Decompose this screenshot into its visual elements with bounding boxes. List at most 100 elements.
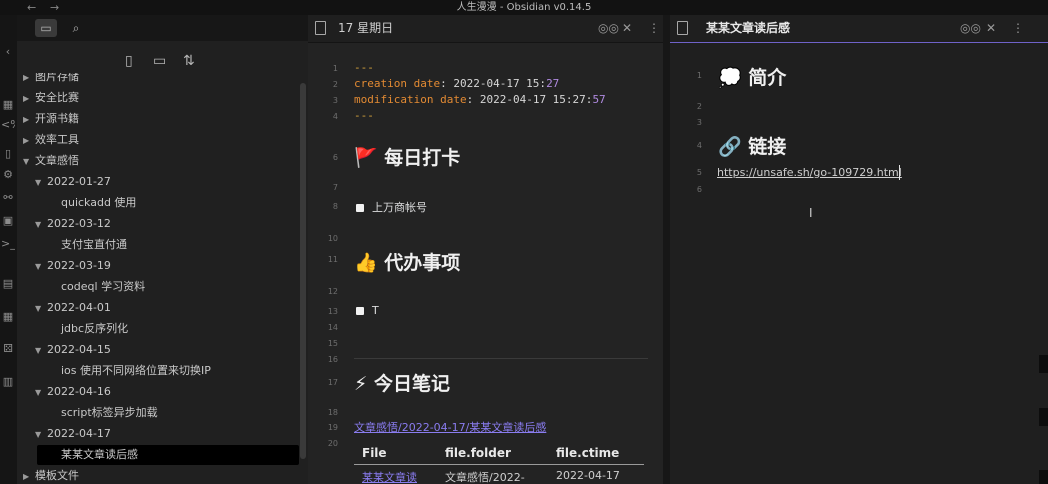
- frontmatter-creation-date: creation date: 2022-04-17 15:27: [354, 77, 560, 90]
- folder-item[interactable]: ▶ 模板文件: [17, 466, 299, 484]
- folder-item[interactable]: ▼ 2022-04-15: [17, 340, 299, 360]
- new-folder-icon[interactable]: ▭: [153, 51, 166, 71]
- document-icon: [315, 21, 326, 35]
- reading-view-icon[interactable]: ◎◎: [960, 15, 981, 42]
- template-icon[interactable]: ▥: [1, 375, 15, 389]
- code-icon[interactable]: <%: [1, 118, 15, 132]
- line-number: 16: [327, 355, 338, 364]
- title-bar: ← → 人生漫漫 - Obsidian v0.14.5: [0, 0, 1048, 15]
- thought-bubble-icon: 💭: [718, 67, 742, 89]
- table-header-rule: [354, 464, 644, 465]
- tree-item-label: 图片存储: [35, 73, 79, 83]
- table-header-ctime: file.ctime: [556, 446, 620, 460]
- table-cell-folder: 文章感悟/2022-: [445, 471, 525, 484]
- file-item[interactable]: quickadd 使用: [37, 193, 299, 213]
- archive-icon[interactable]: ▤: [1, 277, 15, 291]
- tree-item-label: quickadd 使用: [61, 196, 137, 209]
- file-item[interactable]: ios 使用不同网络位置来切换IP: [37, 361, 299, 381]
- line-number: 15: [327, 339, 338, 348]
- thumbs-up-icon: 👍: [354, 252, 378, 274]
- frontmatter-modification-date: modification date: 2022-04-17 15:27:57: [354, 93, 606, 106]
- folder-item[interactable]: ▶ 安全比赛: [17, 88, 299, 108]
- line-number: 18: [327, 408, 338, 417]
- folder-item[interactable]: ▶ 开源书籍: [17, 109, 299, 129]
- folder-item[interactable]: ▼ 2022-03-12: [17, 214, 299, 234]
- line-number: 19: [327, 423, 338, 432]
- chevron-right-icon[interactable]: ▶: [23, 467, 35, 484]
- more-options-icon[interactable]: ⋮: [1012, 15, 1024, 42]
- tree-item-label: 支付宝直付通: [61, 238, 127, 251]
- search-tab-icon[interactable]: ⌕: [65, 19, 87, 37]
- chevron-down-icon[interactable]: ▼: [35, 299, 47, 319]
- graph-icon[interactable]: ⚯: [1, 191, 15, 205]
- chevron-right-icon[interactable]: ▶: [23, 73, 35, 88]
- folder-tab-icon[interactable]: ▭: [35, 19, 57, 37]
- chevron-down-icon[interactable]: ▼: [35, 173, 47, 193]
- task-item[interactable]: T: [356, 304, 379, 317]
- file-item[interactable]: codeql 学习资料: [37, 277, 299, 297]
- chevron-down-icon[interactable]: ▼: [35, 425, 47, 445]
- document-icon: [677, 21, 688, 35]
- calendar-icon[interactable]: ▣: [1, 214, 15, 228]
- daily-note-title: 17 星期日: [338, 21, 394, 35]
- chevron-down-icon[interactable]: ▼: [35, 341, 47, 361]
- table-cell-file-link[interactable]: 某某文章读: [362, 469, 417, 484]
- task-checkbox[interactable]: [356, 204, 364, 212]
- blocks-icon[interactable]: ▦: [1, 310, 15, 324]
- lightning-icon: ⚡: [354, 373, 368, 395]
- external-url-link[interactable]: https://unsafe.sh/go-109729.html: [717, 166, 902, 179]
- folder-item[interactable]: ▼ 2022-01-27: [17, 172, 299, 192]
- sidebar-tabs: ▭ ⌕: [17, 15, 308, 41]
- sort-icon[interactable]: ⇅: [183, 51, 195, 71]
- daily-note-pane: 17 星期日 ◎◎ ✕ ⋮ 1 2 3 4 6 7 8 10 11 12 13 14 15 16 17 18 1…: [308, 15, 663, 484]
- tree-item-label: 2022-01-27: [47, 175, 111, 188]
- pane-divider[interactable]: [663, 15, 670, 484]
- tree-item-label: 安全比赛: [35, 91, 79, 104]
- chevron-down-icon[interactable]: ▼: [23, 152, 35, 172]
- tree-item-label: 某某文章读后感: [61, 448, 138, 461]
- chevron-down-icon[interactable]: ▼: [35, 257, 47, 277]
- folder-item[interactable]: ▼ 2022-04-17: [17, 424, 299, 444]
- article-note-title: 某某文章读后感: [706, 21, 791, 35]
- reading-view-icon[interactable]: ◎◎: [598, 15, 619, 42]
- internal-link[interactable]: 文章感悟/2022-04-17/某某文章读后感: [354, 419, 546, 435]
- folder-item[interactable]: ▼ 2022-03-19: [17, 256, 299, 276]
- file-item[interactable]: script标签异步加载: [37, 403, 299, 423]
- article-note-pane: 某某文章读后感 ◎◎ ✕ ⋮ 1 2 3 4 5 6 💭 简介 🔗 链接 https://…: [670, 15, 1048, 484]
- task-item[interactable]: 上万商帐号: [356, 199, 427, 215]
- task-checkbox[interactable]: [356, 307, 364, 315]
- close-icon[interactable]: ✕: [986, 15, 996, 42]
- terminal-icon[interactable]: >_: [1, 237, 15, 251]
- collapse-icon[interactable]: ‹: [1, 45, 15, 59]
- chevron-down-icon[interactable]: ▼: [35, 383, 47, 403]
- file-item[interactable]: 某某文章读后感: [37, 445, 299, 465]
- sidebar-scrollbar[interactable]: [300, 83, 306, 459]
- file-item[interactable]: jdbc反序列化: [37, 319, 299, 339]
- new-note-icon[interactable]: ▯: [125, 51, 133, 71]
- gear-icon[interactable]: ⚙: [1, 168, 15, 182]
- folder-item[interactable]: ▼ 2022-04-16: [17, 382, 299, 402]
- folder-item[interactable]: ▶ 效率工具: [17, 130, 299, 150]
- tree-item-label: 文章感悟: [35, 154, 79, 167]
- line-number: 1: [332, 64, 338, 73]
- close-icon[interactable]: ✕: [622, 15, 632, 42]
- tree-item-label: 2022-04-17: [47, 427, 111, 440]
- line-number: 3: [696, 118, 702, 127]
- line-number: 20: [327, 439, 338, 448]
- more-options-icon[interactable]: ⋮: [648, 15, 660, 42]
- folder-item[interactable]: ▼ 2022-04-01: [17, 298, 299, 318]
- file-icon[interactable]: ▯: [1, 147, 15, 161]
- chevron-down-icon[interactable]: ▼: [35, 215, 47, 235]
- folder-item[interactable]: ▼ 文章感悟: [17, 151, 299, 171]
- ribbon: ‹ ▦ <% ▯ ⚙ ⚯ ▣ >_ ▤ ▦ ⚄ ▥: [0, 15, 17, 484]
- table-icon[interactable]: ▦: [1, 98, 15, 112]
- link-icon: 🔗: [718, 136, 742, 158]
- chevron-right-icon[interactable]: ▶: [23, 131, 35, 151]
- line-number: 2: [332, 80, 338, 89]
- folder-item[interactable]: ▶ 图片存储: [17, 73, 299, 87]
- chevron-right-icon[interactable]: ▶: [23, 89, 35, 109]
- dice-icon[interactable]: ⚄: [1, 342, 15, 356]
- file-item[interactable]: 支付宝直付通: [37, 235, 299, 255]
- chevron-right-icon[interactable]: ▶: [23, 110, 35, 130]
- edge-handle: [1039, 470, 1048, 484]
